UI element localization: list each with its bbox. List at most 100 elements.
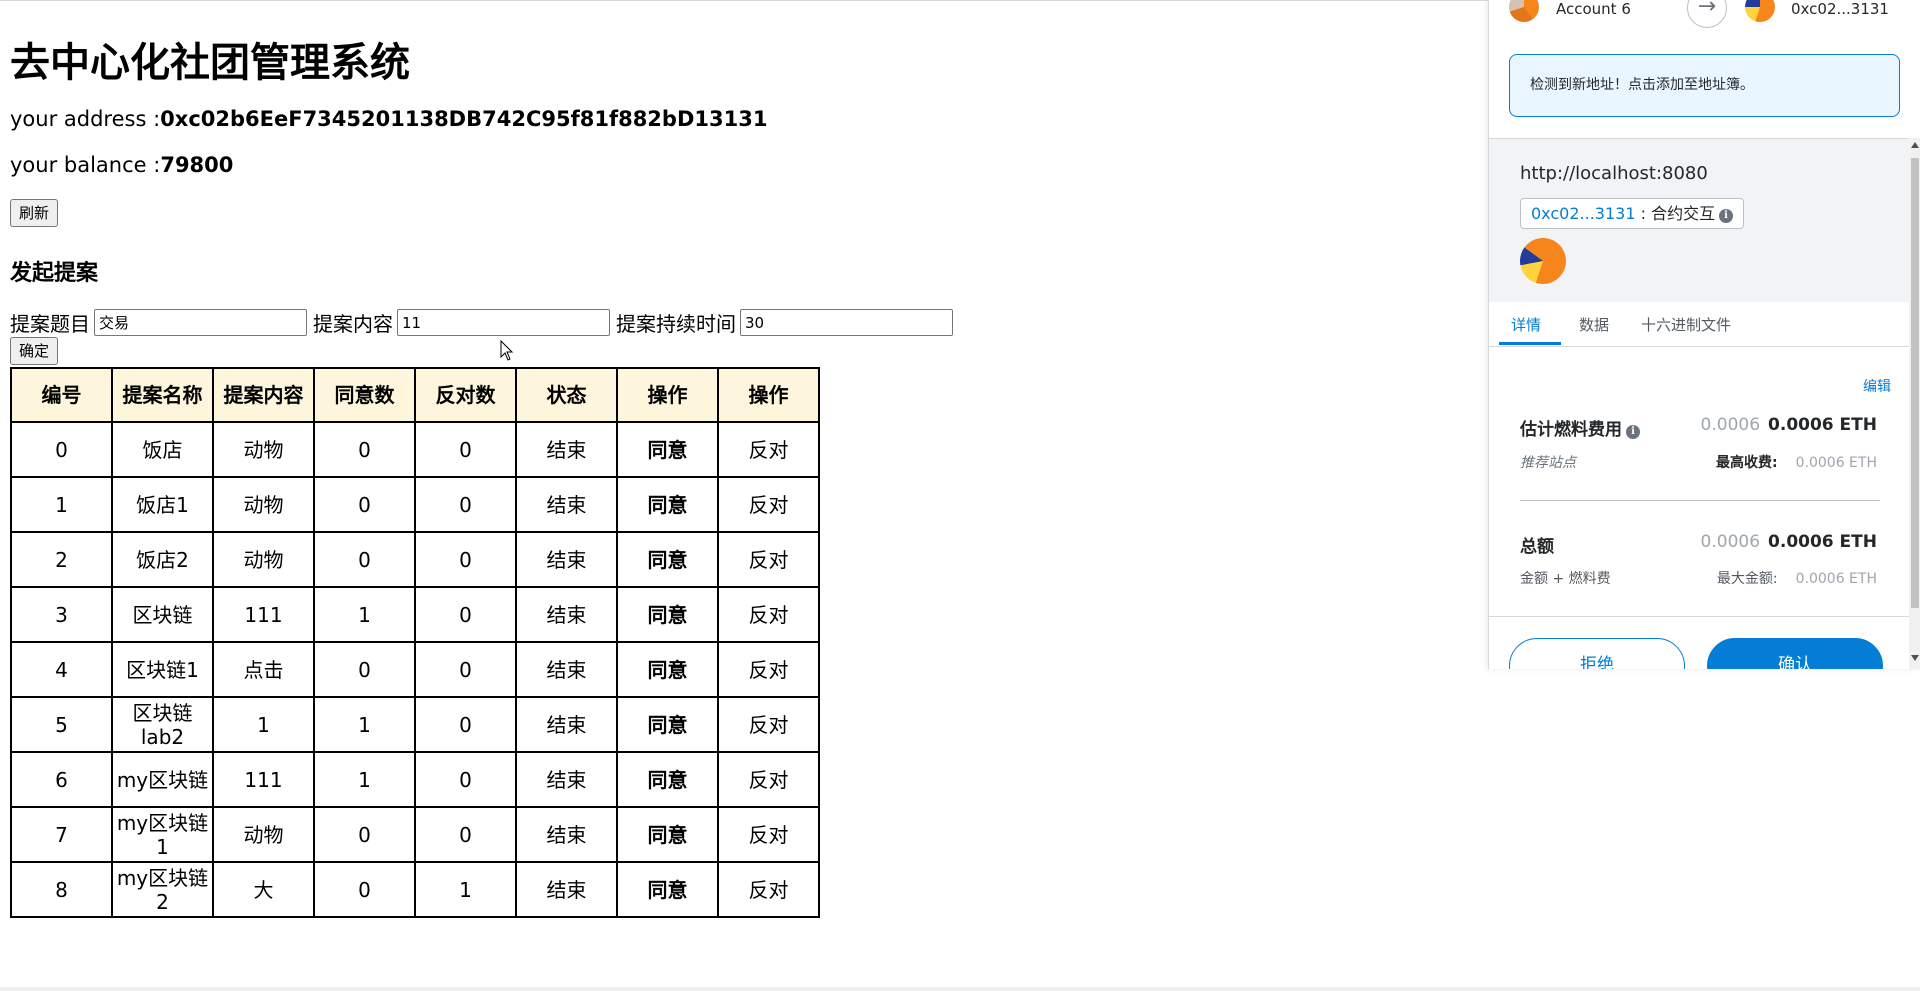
cell-name: 区块链lab2 (111, 696, 214, 753)
agree-action-button[interactable]: 同意 (616, 641, 719, 698)
cell-content: 大 (212, 861, 315, 918)
cell-agree-count: 0 (313, 476, 416, 533)
contract-method-pill[interactable]: 0xc02...3131 : 合约交互 i (1520, 198, 1745, 229)
cell-agree-count: 1 (313, 696, 416, 753)
scroll-thumb[interactable] (1911, 158, 1919, 608)
gas-fee-amount: 0.0006 0.0006 ETH (1701, 415, 1877, 435)
divider (1520, 500, 1880, 501)
cell-id: 4 (10, 641, 113, 698)
arrow-right-icon: → (1687, 0, 1727, 28)
oppose-action-button[interactable]: 反对 (717, 806, 820, 863)
confirm-proposal-button[interactable]: 确定 (10, 337, 59, 365)
gas-fee-title: 估计燃料费用 i (1520, 415, 1640, 440)
topic-label: 提案题目 (10, 312, 90, 336)
balance-value: 79800 (160, 153, 234, 177)
cell-oppose-count: 0 (414, 751, 517, 808)
info-icon[interactable]: i (1719, 209, 1734, 223)
contract-address[interactable]: 0xc02...3131 (1531, 204, 1636, 223)
topic-input[interactable] (94, 309, 307, 336)
header-name: 提案名称 (111, 367, 214, 423)
tab-data[interactable]: 数据 (1579, 314, 1609, 335)
cell-id: 1 (10, 476, 113, 533)
cell-name: my区块链 (111, 751, 214, 808)
oppose-action-button[interactable]: 反对 (717, 421, 820, 478)
table-row: 8 my区块链2 大 0 1 结束 同意 反对 (10, 861, 820, 918)
cell-id: 0 (10, 421, 113, 478)
cell-status: 结束 (515, 641, 618, 698)
recipient-avatar-icon (1745, 0, 1775, 22)
cell-status: 结束 (515, 531, 618, 588)
tab-hex[interactable]: 十六进制文件 (1641, 314, 1731, 335)
cell-status: 结束 (515, 586, 618, 643)
total-fiat: 0.0006 (1700, 532, 1761, 552)
origin-url: http://localhost:8080 (1520, 163, 1708, 184)
total-title: 总额 (1520, 537, 1554, 557)
oppose-action-button[interactable]: 反对 (717, 751, 820, 808)
edit-gas-link[interactable]: 编辑 (1841, 376, 1891, 396)
agree-action-button[interactable]: 同意 (616, 806, 719, 863)
cell-name: 饭店 (111, 421, 214, 478)
gas-max-fee: 最高收费: 0.0006 ETH (1716, 452, 1877, 472)
oppose-action-button[interactable]: 反对 (717, 476, 820, 533)
max-amount-value: 0.0006 ETH (1795, 571, 1877, 587)
agree-action-button[interactable]: 同意 (616, 586, 719, 643)
confirm-transaction-button[interactable]: 确认 (1707, 638, 1883, 669)
reject-button[interactable]: 拒绝 (1509, 638, 1685, 669)
cell-id: 5 (10, 696, 113, 753)
duration-input[interactable] (740, 309, 953, 336)
oppose-action-button[interactable]: 反对 (717, 641, 820, 698)
oppose-action-button[interactable]: 反对 (717, 861, 820, 918)
cell-status: 结束 (515, 861, 618, 918)
header-id: 编号 (10, 367, 113, 423)
recipient-address[interactable]: 0xc02...3131 (1791, 0, 1889, 18)
origin-section: http://localhost:8080 0xc02...3131 : 合约交… (1489, 138, 1909, 302)
account-avatar-icon (1509, 0, 1539, 22)
cell-id: 7 (10, 806, 113, 863)
gas-info-icon[interactable]: i (1626, 425, 1640, 439)
duration-label: 提案持续时间 (616, 312, 736, 336)
agree-action-button[interactable]: 同意 (616, 861, 719, 918)
tab-details[interactable]: 详情 (1511, 314, 1541, 335)
proposal-form: 提案题目 提案内容 提案持续时间 (10, 308, 959, 337)
refresh-button[interactable]: 刷新 (10, 199, 59, 227)
account-name: Account 6 (1556, 0, 1631, 18)
wallet-scrollbar[interactable] (1909, 138, 1920, 669)
oppose-action-button[interactable]: 反对 (717, 696, 820, 753)
content-input[interactable] (397, 309, 610, 336)
header-action-agree: 操作 (616, 367, 719, 423)
cell-content: 111 (212, 751, 315, 808)
cell-status: 结束 (515, 751, 618, 808)
agree-action-button[interactable]: 同意 (616, 476, 719, 533)
page-title: 去中心化社团管理系统 (10, 40, 410, 86)
wallet-header: Account 6 → 0xc02...3131 (1489, 0, 1920, 28)
agree-action-button[interactable]: 同意 (616, 421, 719, 478)
cell-status: 结束 (515, 806, 618, 863)
table-row: 2 饭店2 动物 0 0 结束 同意 反对 (10, 531, 820, 588)
cell-agree-count: 0 (313, 421, 416, 478)
oppose-action-button[interactable]: 反对 (717, 586, 820, 643)
cell-agree-count: 0 (313, 806, 416, 863)
cell-status: 结束 (515, 421, 618, 478)
new-address-alert[interactable]: 检测到新地址！点击添加至地址簿。 (1509, 54, 1900, 117)
table-row: 4 区块链1 点击 0 0 结束 同意 反对 (10, 641, 820, 698)
cell-oppose-count: 0 (414, 806, 517, 863)
cell-oppose-count: 0 (414, 421, 517, 478)
cell-content: 111 (212, 586, 315, 643)
agree-action-button[interactable]: 同意 (616, 531, 719, 588)
section-title-create-proposal: 发起提案 (10, 261, 99, 286)
cell-status: 结束 (515, 476, 618, 533)
agree-action-button[interactable]: 同意 (616, 696, 719, 753)
agree-action-button[interactable]: 同意 (616, 751, 719, 808)
method-separator: : (1635, 204, 1652, 223)
cell-id: 3 (10, 586, 113, 643)
cell-content: 动物 (212, 421, 315, 478)
scroll-down-arrow-icon[interactable] (1911, 655, 1919, 661)
footer-divider (1489, 616, 1909, 617)
cell-name: 饭店1 (111, 476, 214, 533)
scroll-up-arrow-icon[interactable] (1911, 142, 1919, 148)
site-avatar-icon (1520, 238, 1566, 284)
method-label: 合约交互 (1651, 204, 1716, 223)
oppose-action-button[interactable]: 反对 (717, 531, 820, 588)
table-row: 0 饭店 动物 0 0 结束 同意 反对 (10, 421, 820, 478)
address-line: your address :0xc02b6EeF7345201138DB742C… (10, 107, 767, 131)
